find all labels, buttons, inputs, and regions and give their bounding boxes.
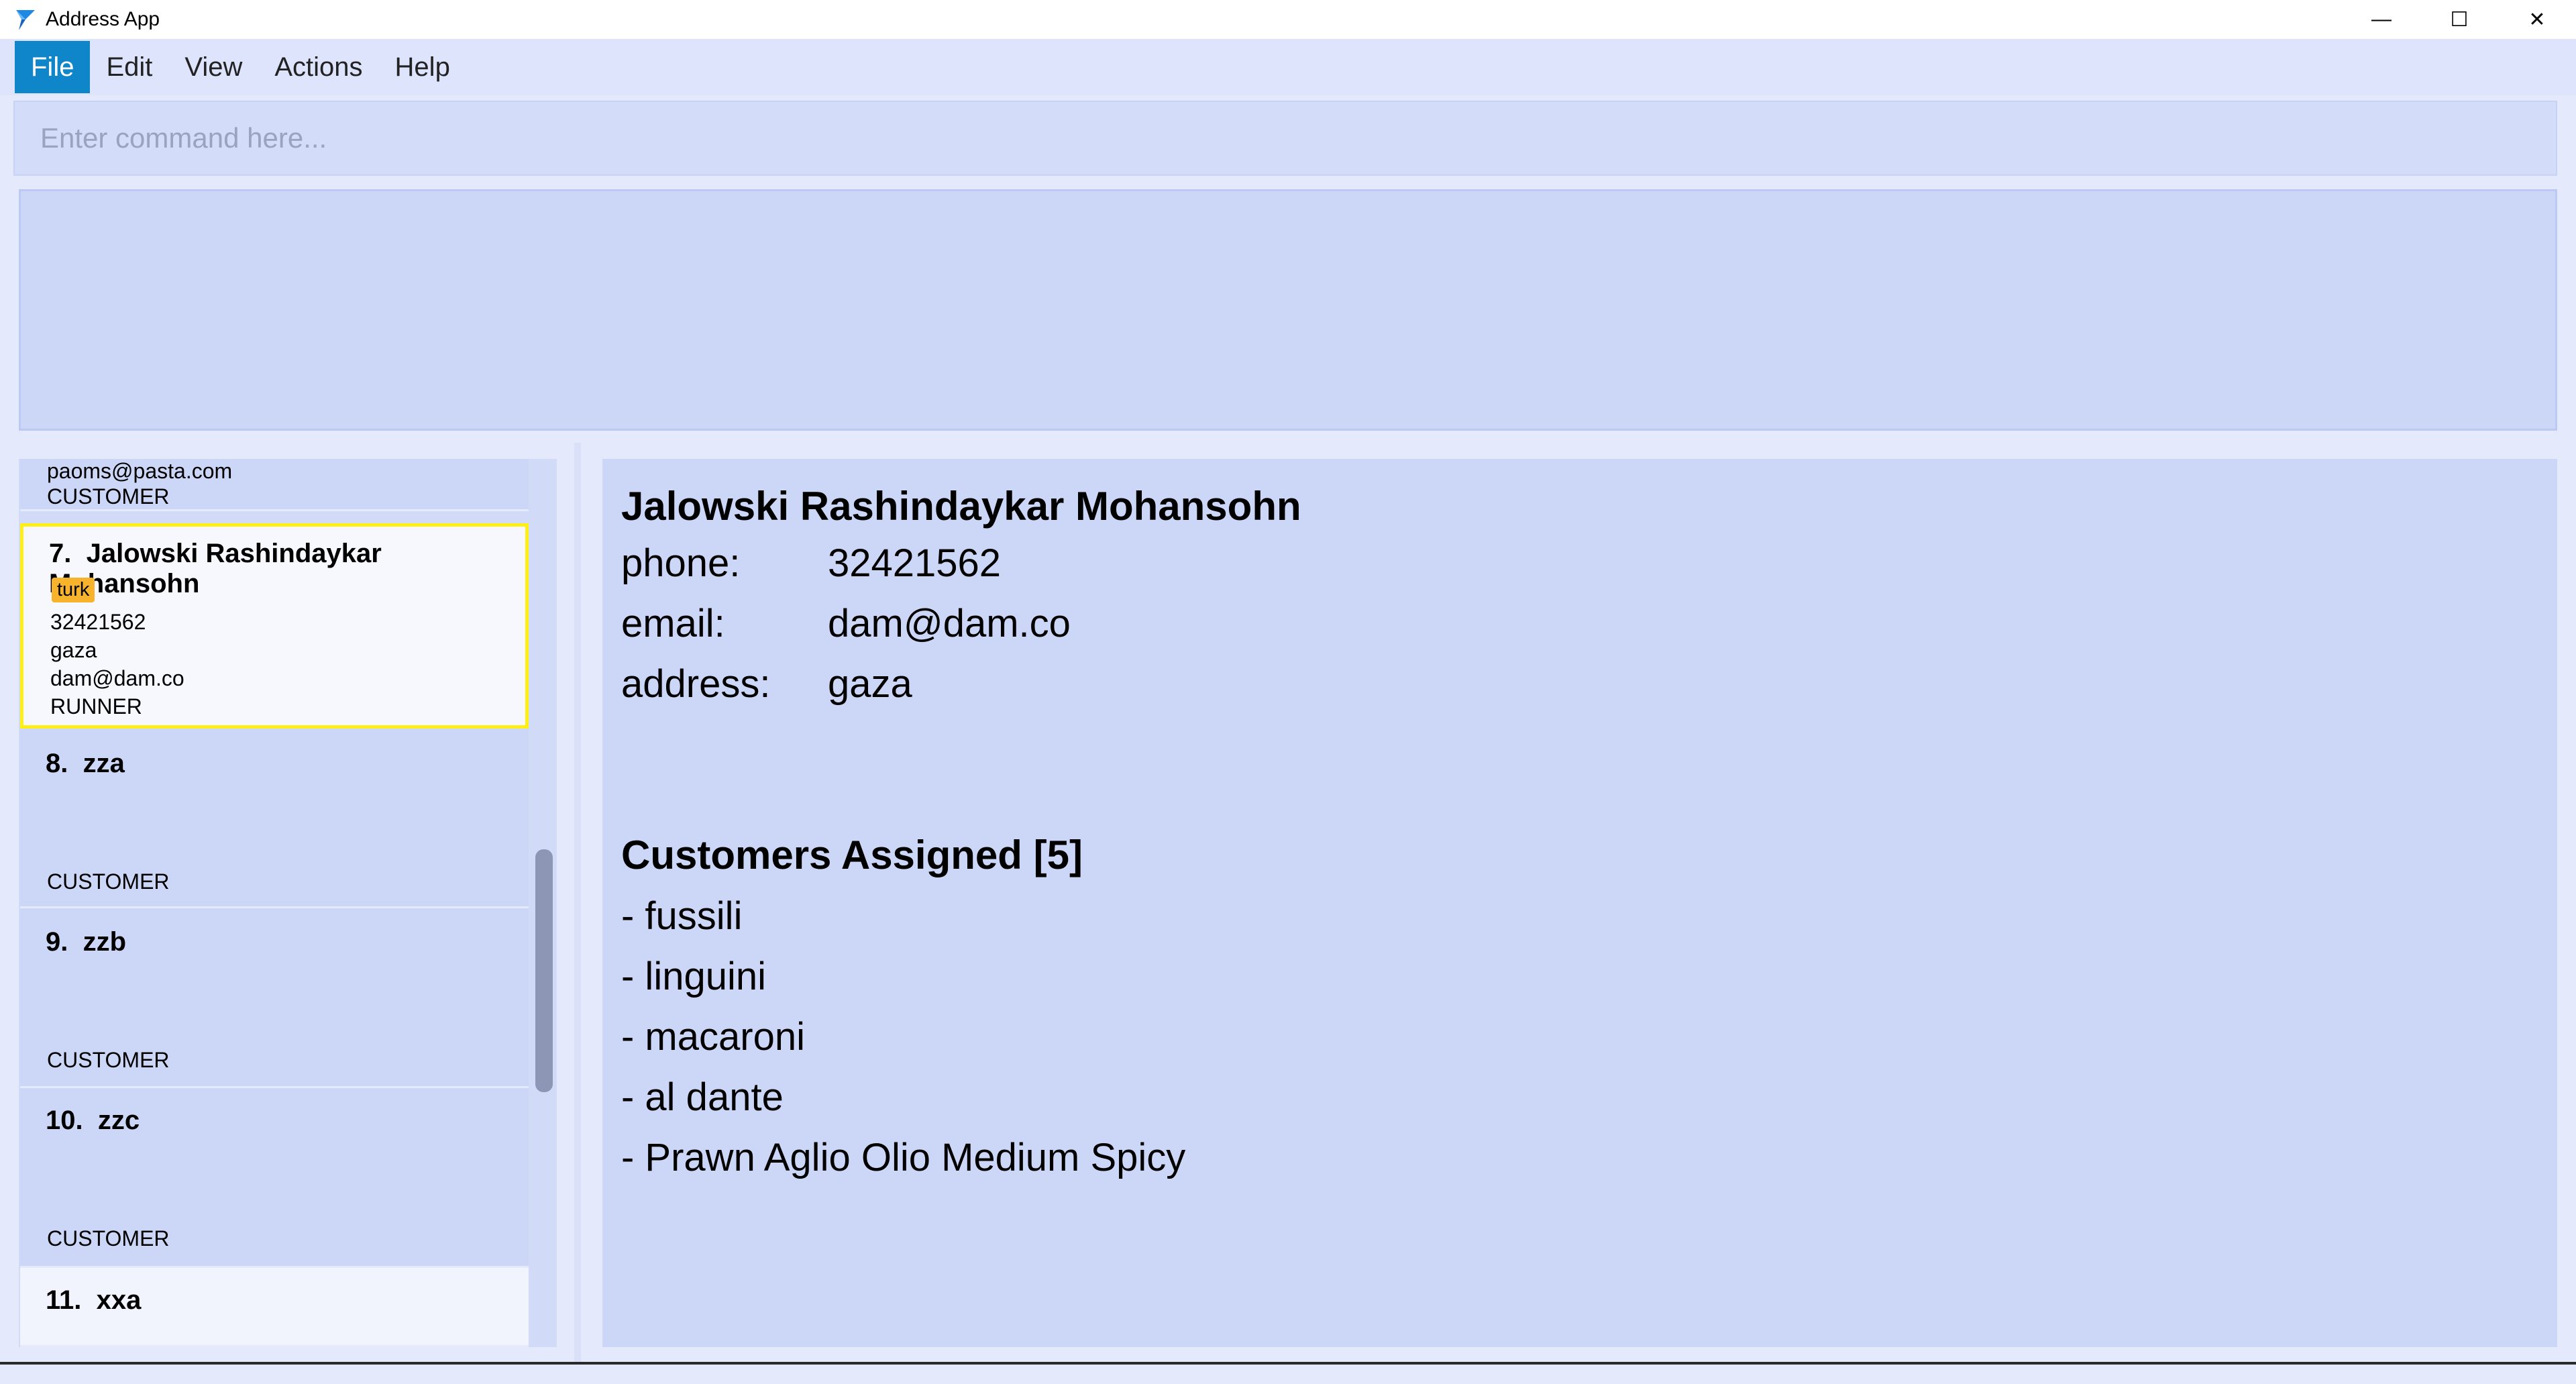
- list-item[interactable]: 9. zzb CUSTOMER: [20, 908, 529, 1088]
- card-name-row: 9. zzb: [46, 927, 126, 957]
- card-email: paoms@pasta.com: [47, 459, 233, 483]
- card-name: Jalowski Rashindaykar Mohansohn: [49, 539, 382, 598]
- detail-email-row: email: dam@dam.co: [621, 601, 1071, 646]
- list-item[interactable]: 8. zza CUSTOMER: [20, 729, 529, 908]
- card-name: zza: [83, 749, 125, 778]
- card-index: 7.: [49, 539, 72, 568]
- split-divider[interactable]: [574, 443, 581, 1362]
- list-item-selected[interactable]: 7. Jalowski Rashindaykar Mohansohn turk …: [20, 523, 529, 729]
- detail-phone-row: phone: 32421562: [621, 541, 1001, 586]
- list-scrollbar-thumb[interactable]: [535, 849, 553, 1092]
- person-list-panel[interactable]: paoms@pasta.com CUSTOMER 7. Jalowski Ras…: [19, 459, 557, 1347]
- list-item[interactable]: paoms@pasta.com CUSTOMER: [20, 459, 529, 511]
- card-index: 8.: [46, 749, 68, 778]
- customer-item: - fussili: [621, 894, 743, 938]
- window-title: Address App: [46, 8, 160, 30]
- detail-email-label: email:: [621, 602, 725, 645]
- customer-item: - Prawn Aglio Olio Medium Spicy: [621, 1136, 1186, 1179]
- card-role: CUSTOMER: [47, 484, 170, 509]
- card-index: 9.: [46, 927, 68, 957]
- detail-address-row: address: gaza: [621, 661, 912, 706]
- card-role: CUSTOMER: [47, 1226, 170, 1250]
- card-tag: turk: [52, 578, 95, 602]
- window-controls: — ☐ ✕: [2343, 0, 2576, 39]
- menu-actions[interactable]: Actions: [258, 41, 378, 93]
- card-name-row: 8. zza: [46, 749, 125, 779]
- menu-bar: File Edit View Actions Help: [0, 39, 2576, 95]
- command-input[interactable]: [15, 102, 2556, 174]
- status-bar: [0, 1362, 2576, 1384]
- card-name-row: 10. zzc: [46, 1106, 140, 1136]
- detail-address: gaza: [828, 662, 912, 706]
- minimize-button[interactable]: —: [2343, 0, 2420, 39]
- result-display[interactable]: [19, 189, 2557, 431]
- menu-help[interactable]: Help: [379, 41, 466, 93]
- title-bar: Address App — ☐ ✕: [0, 0, 2576, 39]
- card-role: CUSTOMER: [47, 1048, 170, 1072]
- card-email: dam@dam.co: [50, 666, 184, 690]
- customer-item: - macaroni: [621, 1015, 805, 1059]
- detail-email: dam@dam.co: [828, 602, 1071, 645]
- maximize-button[interactable]: ☐: [2420, 0, 2498, 39]
- detail-name: Jalowski Rashindaykar Mohansohn: [621, 484, 1301, 529]
- card-role: RUNNER: [50, 694, 142, 718]
- customer-item: - linguini: [621, 955, 766, 998]
- card-name: zzb: [83, 927, 127, 957]
- card-name: zzc: [97, 1106, 140, 1135]
- menu-edit[interactable]: Edit: [90, 41, 168, 93]
- person-detail-panel: Jalowski Rashindaykar Mohansohn phone: 32…: [602, 459, 2557, 1347]
- customers-assigned-heading: Customers Assigned [5]: [621, 833, 1083, 877]
- detail-phone-label: phone:: [621, 541, 741, 585]
- close-button[interactable]: ✕: [2498, 0, 2576, 39]
- menu-file[interactable]: File: [15, 41, 91, 93]
- card-phone: 32421562: [50, 610, 146, 634]
- menu-view[interactable]: View: [168, 41, 258, 93]
- card-role: CUSTOMER: [47, 869, 170, 894]
- card-name-row: 7. Jalowski Rashindaykar Mohansohn: [49, 539, 525, 599]
- card-name-row: 11. xxa: [46, 1285, 141, 1316]
- detail-address-label: address:: [621, 662, 771, 706]
- list-item[interactable]: 10. zzc CUSTOMER: [20, 1088, 529, 1268]
- list-item[interactable]: 11. xxa: [20, 1268, 529, 1347]
- card-index: 10.: [46, 1106, 83, 1135]
- card-index: 11.: [46, 1285, 82, 1315]
- customer-item: - al dante: [621, 1075, 784, 1119]
- detail-phone: 32421562: [828, 541, 1002, 585]
- app-logo-icon: [12, 6, 39, 33]
- card-name: xxa: [96, 1285, 142, 1315]
- command-box: [13, 101, 2557, 176]
- card-address: gaza: [50, 638, 97, 662]
